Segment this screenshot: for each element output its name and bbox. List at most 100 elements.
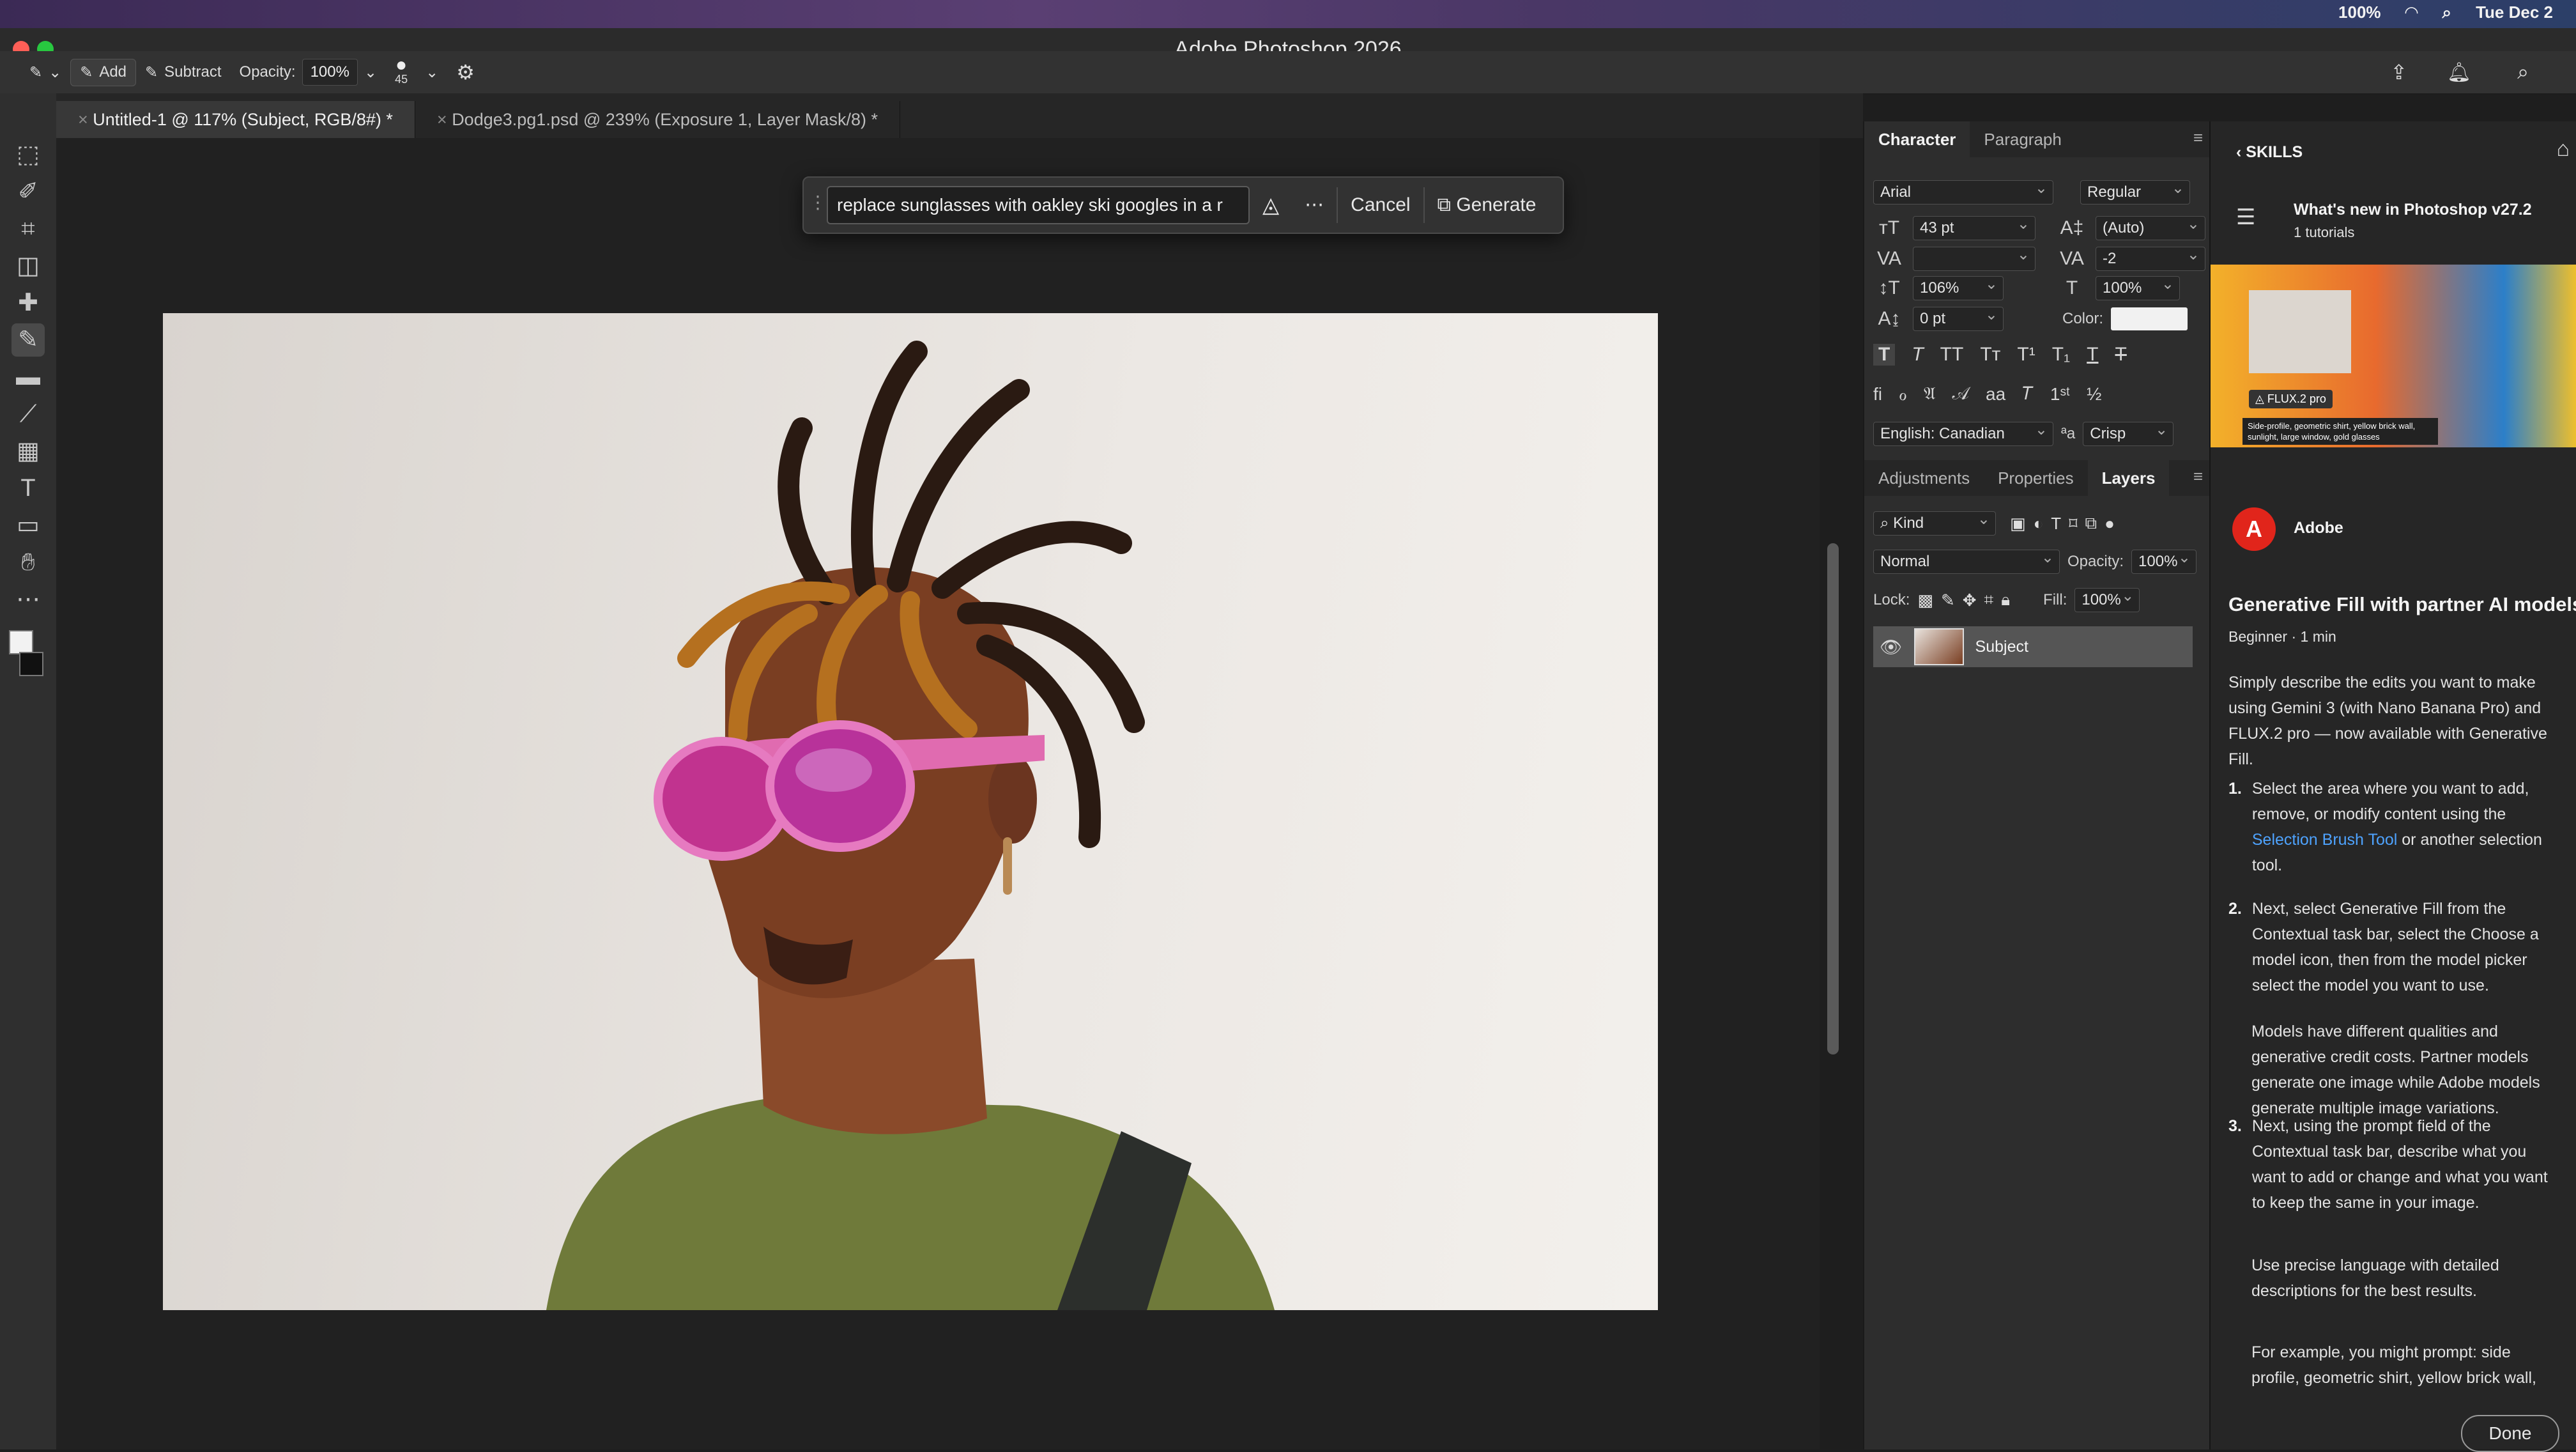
generate-button[interactable]: ⧉ Generate [1425,178,1549,233]
filter-adjustment-icon[interactable]: ◐ [2034,514,2044,534]
search-icon[interactable]: ⌕ [2508,60,2538,84]
chevron-down-icon[interactable]: ⌄ [364,63,377,82]
kerning-field[interactable] [1913,243,2035,271]
filter-type-icon[interactable]: T [2051,514,2061,534]
titling-icon[interactable]: aa [1986,384,2005,405]
brush-size-picker[interactable]: ● 45 [386,56,417,86]
subscript-icon[interactable]: T₁ [2052,344,2070,366]
hand-tool-icon[interactable]: ✋︎ [12,546,45,579]
anti-alias-select[interactable]: Crisp [2083,419,2174,446]
stylistic-alt-icon[interactable]: 𝒜 [1952,383,1970,405]
eyedropper-tool-icon[interactable]: ⟋ [12,398,45,431]
generate-icon: ⧉ [1437,194,1457,215]
cancel-button[interactable]: Cancel [1338,178,1423,233]
eraser-tool-icon[interactable]: ◫ [12,249,45,282]
marquee-tool-icon[interactable]: ⬚ [12,138,45,171]
eye-icon[interactable]: 👁︎ [1880,637,1903,658]
whats-new-title[interactable]: What's new in Photoshop v27.2 [2294,197,2532,222]
filter-shape-icon[interactable]: ⌑ [2069,514,2077,534]
skills-header[interactable]: ‹ SKILLS [2236,139,2303,165]
baseline-shift-field[interactable]: 0 pt [1913,304,2004,331]
fraction-icon[interactable]: ½ [2087,384,2101,405]
tab-layers[interactable]: Layers [2087,460,2170,496]
more-tools-icon[interactable]: ⋯ [12,583,45,616]
tab-properties[interactable]: Properties [1984,460,2088,496]
old-style-icon[interactable]: ℴ [1899,383,1907,405]
lock-artboard-icon[interactable]: ⌗ [1984,590,1994,610]
generative-fill-prompt-input[interactable] [827,186,1250,224]
ordinal-icon[interactable]: 1ˢᵗ [2050,384,2070,405]
add-mode-button[interactable]: ✎ Add [70,58,137,86]
lasso-tool-icon[interactable]: ✐ [12,175,45,208]
layer-filter-select[interactable]: ⌕ Kind [1873,508,1996,536]
font-size-field[interactable]: 43 pt [1913,213,2035,240]
tutorial-step-3-note: Use precise language with detailed descr… [2251,1256,2499,1300]
strikethrough-icon[interactable]: T [2115,344,2127,366]
drag-handle-icon[interactable]: ⋮ [809,192,827,213]
font-family-select[interactable]: Arial [1873,177,2053,205]
layer-fill-field[interactable]: 100% [2074,585,2140,612]
type-tool-icon[interactable]: T [12,472,45,505]
lock-position-icon[interactable]: ✥ [1963,591,1977,610]
tab-untitled-1[interactable]: × Untitled-1 @ 117% (Subject, RGB/8#) * [56,101,415,138]
lock-transparent-icon[interactable]: ▩ [1917,591,1933,610]
contextual-alt-icon[interactable]: 𝑇 [2022,383,2034,405]
leading-field[interactable]: (Auto) [2096,213,2205,240]
done-button[interactable]: Done [2461,1415,2559,1452]
panel-menu-icon[interactable]: ≡ [2193,128,2203,148]
swash-icon[interactable]: 𝔄 [1924,383,1936,405]
document-image[interactable] [163,313,1658,1310]
background-color-swatch[interactable] [19,652,43,676]
vertical-scale-field[interactable]: 106% [1913,273,2004,300]
brush-tool-icon[interactable]: ▬ [12,360,45,394]
layer-row-subject[interactable]: 👁︎ Subject [1873,626,2193,667]
choose-model-icon[interactable]: ◬ [1250,178,1292,233]
underline-icon[interactable]: T [2087,344,2098,366]
subtract-mode-button[interactable]: ✎ Subtract [136,63,231,82]
selection-brush-tool-link[interactable]: Selection Brush Tool [2252,831,2397,849]
filter-toggle-icon[interactable]: ● [2104,514,2115,534]
lock-image-icon[interactable]: ✎ [1941,591,1955,610]
share-icon[interactable]: ⇪ [2381,60,2416,84]
opacity-field[interactable]: 100% [302,59,358,86]
lock-all-icon[interactable]: 🔒︎ [2001,590,2010,610]
gradient-tool-icon[interactable]: ▦ [12,435,45,468]
healing-tool-icon[interactable]: ✚ [12,286,45,320]
font-style-select[interactable]: Regular [2080,177,2190,205]
small-caps-icon[interactable]: Tᴛ [1980,344,2000,366]
all-caps-icon[interactable]: TT [1940,344,1964,366]
ligature-icon[interactable]: ﬁ [1873,384,1882,405]
selection-brush-tool-preset[interactable]: ✎ ⌄ [0,63,70,82]
blend-mode-select[interactable]: Normal [1873,546,2060,574]
wifi-icon[interactable]: ◠ [2405,3,2418,23]
language-select[interactable]: English: Canadian [1873,419,2053,446]
gear-icon[interactable]: ⚙ [447,60,484,84]
crop-tool-icon[interactable]: ⌗ [12,212,45,245]
tab-adjustments[interactable]: Adjustments [1864,460,1984,496]
tab-character[interactable]: Character [1864,121,1970,157]
tab-paragraph[interactable]: Paragraph [1970,121,2075,157]
tracking-field[interactable]: -2 [2096,243,2205,271]
foreground-color-swatch[interactable] [9,630,33,654]
layer-opacity-field[interactable]: 100% [2131,546,2197,574]
filter-smart-object-icon[interactable]: ⧉ [2085,513,2097,534]
brush-settings-chevron[interactable]: ⌄ [417,63,447,82]
faux-bold-icon[interactable]: T [1873,344,1896,366]
home-icon[interactable]: ⌂ [2556,137,2570,162]
bell-icon[interactable]: 🔔︎ [2438,61,2480,84]
panel-menu-icon[interactable]: ≡ [2193,467,2203,486]
list-icon[interactable]: ☰ [2236,205,2255,230]
tutorial-thumbnail[interactable]: ◬ FLUX.2 pro Side-profile, geometric shi… [2211,265,2576,447]
superscript-icon[interactable]: T¹ [2017,344,2035,366]
horizontal-scale-field[interactable]: 100% [2096,273,2180,300]
faux-italic-icon[interactable]: T [1912,344,1923,366]
selection-brush-tool-icon[interactable]: ✎ [12,323,45,357]
shape-tool-icon[interactable]: ▭ [12,509,45,542]
filter-pixel-icon[interactable]: ▣ [2010,514,2026,534]
search-icon[interactable]: ⌕ [2442,3,2452,23]
more-options-icon[interactable]: ⋯ [1292,178,1337,233]
text-color-swatch[interactable] [2111,307,2188,330]
tab-dodge3[interactable]: × Dodge3.pg1.psd @ 239% (Exposure 1, Lay… [415,101,900,138]
clock[interactable]: Tue Dec 2 [2476,3,2553,23]
canvas-vertical-scrollbar[interactable] [1827,543,1839,1054]
